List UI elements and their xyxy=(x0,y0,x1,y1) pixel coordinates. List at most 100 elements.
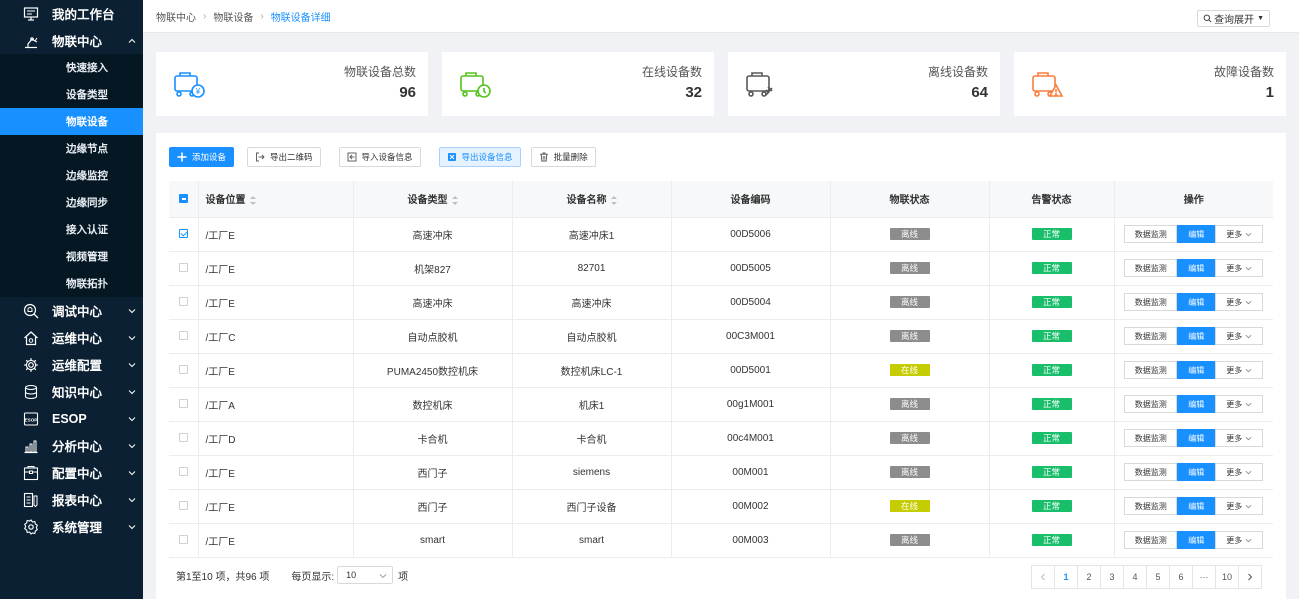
edit-button[interactable]: 编辑 xyxy=(1177,361,1216,379)
iot-status-badge: 离线 xyxy=(889,296,930,308)
data-monitor-button[interactable]: 数据监测 xyxy=(1124,497,1178,515)
data-monitor-button[interactable]: 数据监测 xyxy=(1124,259,1178,277)
edit-button[interactable]: 编辑 xyxy=(1177,327,1216,345)
select-all-checkbox[interactable] xyxy=(178,194,188,204)
sidebar-subitem[interactable]: 边缘监控 xyxy=(0,162,143,189)
sidebar-item-label: 物联中心 xyxy=(52,35,103,49)
data-monitor-button[interactable]: 数据监测 xyxy=(1124,225,1178,243)
row-checkbox[interactable] xyxy=(178,433,188,443)
edit-button[interactable]: 编辑 xyxy=(1177,531,1216,549)
data-monitor-button[interactable]: 数据监测 xyxy=(1124,293,1178,311)
breadcrumb: 物联中心 › 物联设备 › 物联设备详细 查询展开 ▼ xyxy=(143,0,1299,33)
sidebar-subitem[interactable]: 快速接入 xyxy=(0,54,143,81)
row-checkbox[interactable] xyxy=(178,399,188,409)
sidebar-item-gear[interactable]: 运维配置 xyxy=(0,351,143,378)
page-button[interactable]: 4 xyxy=(1123,565,1147,589)
next-page-button[interactable] xyxy=(1238,565,1262,589)
sidebar-subitem-label: 接入认证 xyxy=(66,224,108,236)
row-checkbox[interactable] xyxy=(178,297,188,307)
edit-button[interactable]: 编辑 xyxy=(1177,293,1216,311)
sidebar-subitem[interactable]: 视频管理 xyxy=(0,243,143,270)
sidebar-item-settings[interactable]: 系统管理 xyxy=(0,513,143,540)
page-button[interactable]: 1 xyxy=(1054,565,1078,589)
row-checkbox[interactable] xyxy=(178,229,188,239)
breadcrumb-item-iot-device[interactable]: 物联设备 xyxy=(213,9,253,24)
data-monitor-button[interactable]: 数据监测 xyxy=(1124,395,1178,413)
more-dropdown[interactable]: 更多 xyxy=(1215,293,1264,311)
more-dropdown[interactable]: 更多 xyxy=(1215,361,1264,379)
more-dropdown[interactable]: 更多 xyxy=(1215,429,1264,447)
data-monitor-button[interactable]: 数据监测 xyxy=(1124,463,1178,481)
more-dropdown[interactable]: 更多 xyxy=(1215,497,1264,515)
header-type[interactable]: 设备类型 xyxy=(353,181,513,218)
page-button[interactable]: 3 xyxy=(1100,565,1124,589)
sidebar-item-home-gear[interactable]: 运维中心 xyxy=(0,324,143,351)
header-select-all[interactable] xyxy=(169,181,199,218)
page-button[interactable]: 5 xyxy=(1146,565,1170,589)
sidebar-subitem[interactable]: 物联设备 xyxy=(0,108,143,135)
data-monitor-button[interactable]: 数据监测 xyxy=(1124,429,1178,447)
edit-button[interactable]: 编辑 xyxy=(1177,225,1216,243)
data-monitor-button[interactable]: 数据监测 xyxy=(1124,361,1178,379)
header-location[interactable]: 设备位置 xyxy=(198,181,354,218)
sidebar-subitem[interactable]: 物联拓扑 xyxy=(0,270,143,297)
breadcrumb-item-iot-center[interactable]: 物联中心 xyxy=(156,9,196,24)
page-button[interactable]: 6 xyxy=(1169,565,1193,589)
edit-button[interactable]: 编辑 xyxy=(1177,463,1216,481)
export-device-button[interactable]: 导出设备信息 xyxy=(438,147,521,167)
sidebar-subitem[interactable]: 接入认证 xyxy=(0,216,143,243)
more-dropdown[interactable]: 更多 xyxy=(1215,327,1264,345)
cell-code: 00D5005 xyxy=(671,251,831,286)
page-button[interactable]: 10 xyxy=(1215,565,1239,589)
sort-icon[interactable] xyxy=(451,196,458,206)
more-dropdown[interactable]: 更多 xyxy=(1215,463,1264,481)
edit-button[interactable]: 编辑 xyxy=(1177,429,1216,447)
sidebar-subitem[interactable]: 边缘节点 xyxy=(0,135,143,162)
prev-page-button[interactable] xyxy=(1031,565,1055,589)
edit-button[interactable]: 编辑 xyxy=(1177,259,1216,277)
sidebar-item-debug[interactable]: 调试中心 xyxy=(0,297,143,324)
row-checkbox[interactable] xyxy=(178,365,188,375)
row-select-cell xyxy=(169,285,199,320)
sidebar-item-config[interactable]: 配置中心 xyxy=(0,459,143,486)
row-checkbox[interactable] xyxy=(178,501,188,511)
batch-delete-button[interactable]: 批量删除 xyxy=(530,147,596,167)
page-size-unit: 项 xyxy=(398,571,409,583)
header-name[interactable]: 设备名称 xyxy=(512,181,672,218)
sidebar-item-bar-chart[interactable]: 分析中心 xyxy=(0,432,143,459)
cell-actions: 数据监测 编辑 更多 xyxy=(1114,285,1273,320)
alarm-status-badge: 正常 xyxy=(1031,262,1072,274)
page-button[interactable]: 2 xyxy=(1077,565,1101,589)
sidebar-item-database[interactable]: 知识中心 xyxy=(0,378,143,405)
sidebar-item-report[interactable]: 报表中心 xyxy=(0,486,143,513)
edit-button[interactable]: 编辑 xyxy=(1177,395,1216,413)
table-row: /工厂E PUMA2450数控机床 数控机床LC-1 00D5001 在线 正常… xyxy=(169,353,1273,388)
sort-icon[interactable] xyxy=(610,196,617,206)
import-device-button[interactable]: 导入设备信息 xyxy=(338,147,421,167)
sidebar-subitem[interactable]: 边缘同步 xyxy=(0,189,143,216)
page-button[interactable]: ··· xyxy=(1192,565,1216,589)
page-size-select[interactable]: 10 xyxy=(337,566,394,584)
edit-button[interactable]: 编辑 xyxy=(1177,497,1216,515)
row-checkbox[interactable] xyxy=(178,467,188,477)
query-expand-button[interactable]: 查询展开 ▼ xyxy=(1197,10,1270,27)
sidebar-subitem-label: 物联设备 xyxy=(66,116,108,128)
row-checkbox[interactable] xyxy=(178,535,188,545)
add-device-button[interactable]: 添加设备 xyxy=(169,147,235,167)
cell-name: 自动点胶机 xyxy=(512,319,672,354)
more-dropdown[interactable]: 更多 xyxy=(1215,395,1264,413)
more-dropdown[interactable]: 更多 xyxy=(1215,259,1264,277)
data-monitor-button[interactable]: 数据监测 xyxy=(1124,531,1178,549)
sidebar-item-monitor[interactable]: 我的工作台 xyxy=(0,0,143,27)
sort-icon[interactable] xyxy=(249,196,256,206)
sidebar-item-label: 运维中心 xyxy=(52,332,103,346)
sidebar-item-esop[interactable]: ESOP ESOP xyxy=(0,405,143,432)
data-monitor-button[interactable]: 数据监测 xyxy=(1124,327,1178,345)
row-checkbox[interactable] xyxy=(178,263,188,273)
row-checkbox[interactable] xyxy=(178,331,188,341)
export-qr-button[interactable]: 导出二维码 xyxy=(247,147,321,167)
more-dropdown[interactable]: 更多 xyxy=(1215,225,1264,243)
sidebar-subitem[interactable]: 设备类型 xyxy=(0,81,143,108)
sidebar-item-robot-arm[interactable]: 物联中心 xyxy=(0,27,143,54)
more-dropdown[interactable]: 更多 xyxy=(1215,531,1264,549)
